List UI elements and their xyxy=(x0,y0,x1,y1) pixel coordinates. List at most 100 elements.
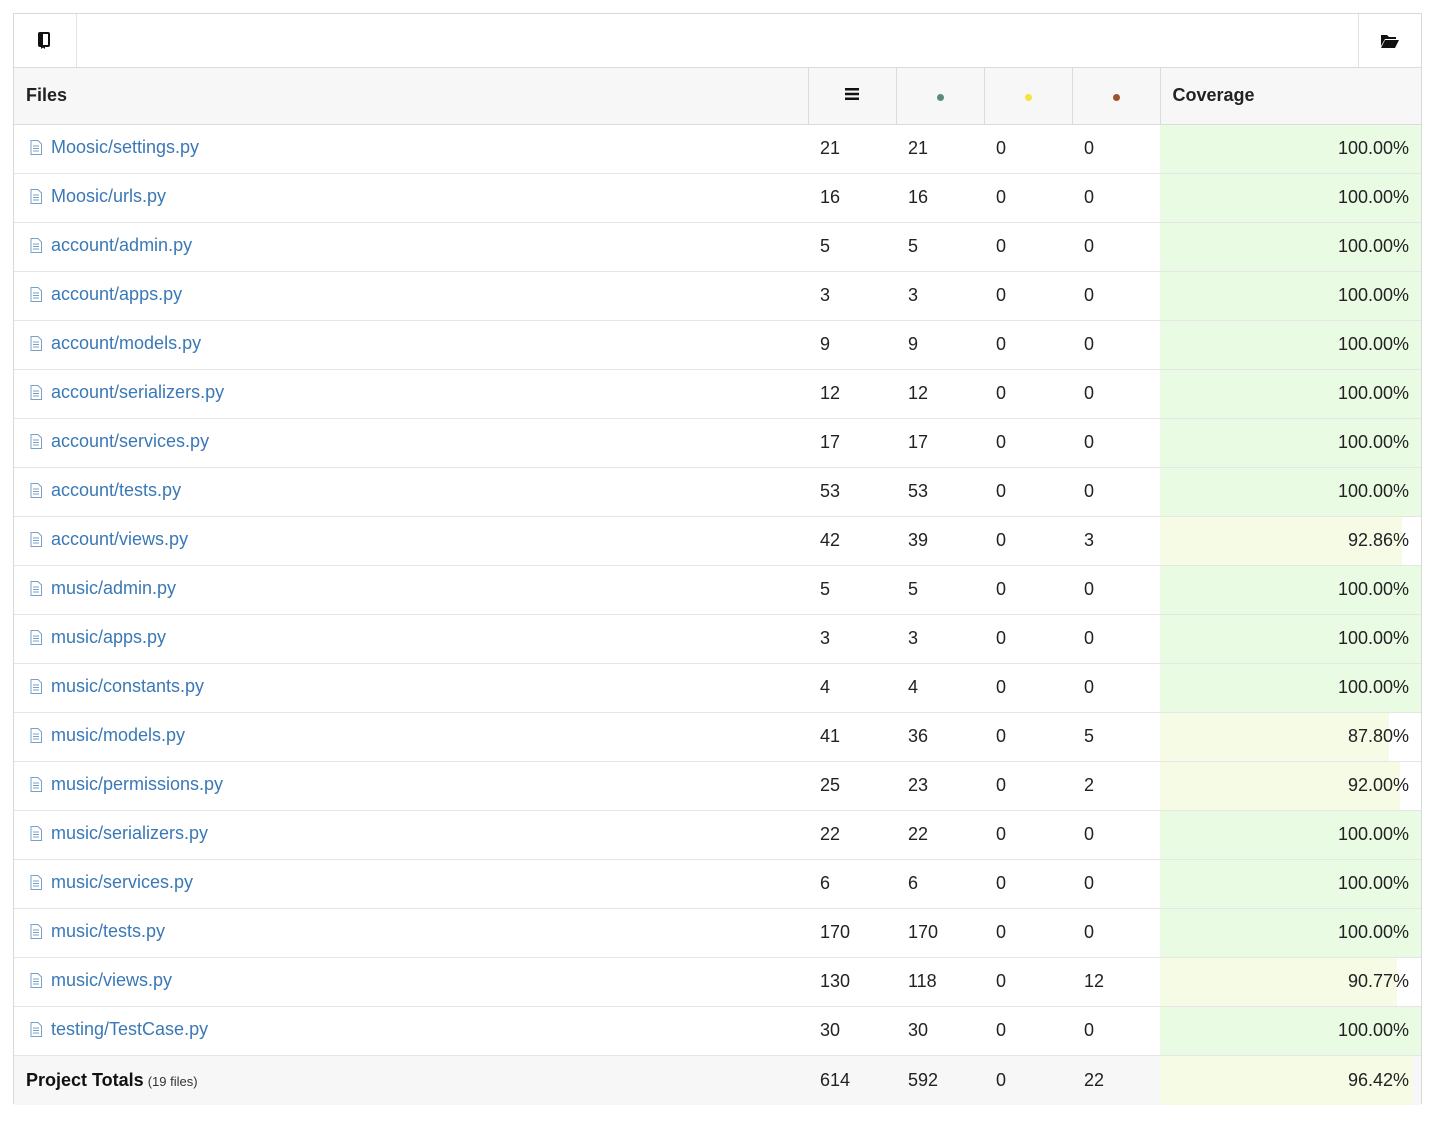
file-icon xyxy=(30,483,42,498)
file-link[interactable]: music/apps.py xyxy=(30,627,166,648)
missed-cell: 0 xyxy=(1072,614,1160,664)
missed-header[interactable] xyxy=(1071,68,1160,125)
file-link[interactable]: Moosic/urls.py xyxy=(30,186,166,207)
missed-cell: 0 xyxy=(1072,565,1160,615)
file-link[interactable]: account/views.py xyxy=(30,529,188,550)
partial-cell: 0 xyxy=(984,222,1072,272)
file-icon xyxy=(30,238,42,253)
coverage-value: 100.00% xyxy=(1337,579,1409,599)
folder-button[interactable] xyxy=(1358,14,1421,67)
missed-cell: 5 xyxy=(1072,712,1160,762)
file-name: music/serializers.py xyxy=(51,823,209,843)
coverage-value: 100.00% xyxy=(1337,628,1409,648)
file-cell: account/services.py xyxy=(14,418,808,468)
lines-cell: 22 xyxy=(808,810,896,860)
missed-cell: 2 xyxy=(1072,761,1160,811)
coverage-table: Files Coverage Moosic/settings.py 21 21 … xyxy=(14,68,1421,1105)
file-cell: music/serializers.py xyxy=(14,810,808,860)
missed-cell: 0 xyxy=(1072,173,1160,223)
file-link[interactable]: account/serializers.py xyxy=(30,382,224,403)
file-name: testing/TestCase.py xyxy=(51,1019,209,1039)
file-name: account/views.py xyxy=(51,529,189,549)
missed-dot-icon xyxy=(1112,94,1120,102)
covered-cell: 4 xyxy=(896,663,984,713)
files-header[interactable]: Files xyxy=(14,68,808,125)
coverage-cell: 92.86% xyxy=(1160,516,1421,566)
partial-cell: 0 xyxy=(984,712,1072,762)
book-icon xyxy=(38,31,50,49)
table-row: music/serializers.py 22 22 0 0 100.00% xyxy=(14,810,1421,860)
file-link[interactable]: account/models.py xyxy=(30,333,201,354)
file-link[interactable]: account/admin.py xyxy=(30,235,192,256)
coverage-cell: 100.00% xyxy=(1160,859,1421,909)
file-link[interactable]: music/admin.py xyxy=(30,578,176,599)
lines-cell: 30 xyxy=(808,1006,896,1056)
lines-cell: 25 xyxy=(808,761,896,811)
missed-cell: 0 xyxy=(1072,418,1160,468)
table-row: music/apps.py 3 3 0 0 100.00% xyxy=(14,614,1421,664)
file-link[interactable]: music/serializers.py xyxy=(30,823,208,844)
coverage-value: 100.00% xyxy=(1337,285,1409,305)
file-cell: Moosic/settings.py xyxy=(14,124,808,174)
file-cell: music/admin.py xyxy=(14,565,808,615)
covered-header[interactable] xyxy=(895,68,984,125)
file-cell: music/views.py xyxy=(14,957,808,1007)
coverage-header[interactable]: Coverage xyxy=(1159,68,1421,125)
partial-cell: 0 xyxy=(984,418,1072,468)
coverage-cell: 100.00% xyxy=(1160,614,1421,664)
covered-cell: 5 xyxy=(896,222,984,272)
partial-cell: 0 xyxy=(984,957,1072,1007)
file-name: music/constants.py xyxy=(51,676,205,696)
partial-cell: 0 xyxy=(984,320,1072,370)
file-name: account/models.py xyxy=(51,333,202,353)
table-row: music/services.py 6 6 0 0 100.00% xyxy=(14,859,1421,909)
partial-cell: 0 xyxy=(984,614,1072,664)
coverage-cell: 100.00% xyxy=(1160,663,1421,713)
covered-cell: 170 xyxy=(896,908,984,958)
coverage-cell: 90.77% xyxy=(1160,957,1421,1007)
lines-header[interactable] xyxy=(807,68,896,125)
file-icon xyxy=(30,385,42,400)
file-icon xyxy=(30,1022,42,1037)
lines-cell: 5 xyxy=(808,565,896,615)
covered-cell: 3 xyxy=(896,614,984,664)
file-link[interactable]: music/models.py xyxy=(30,725,185,746)
file-link[interactable]: account/tests.py xyxy=(30,480,181,501)
file-name: music/services.py xyxy=(51,872,194,892)
file-icon xyxy=(30,728,42,743)
coverage-cell: 100.00% xyxy=(1160,418,1421,468)
file-link[interactable]: music/permissions.py xyxy=(30,774,223,795)
file-name: Moosic/settings.py xyxy=(51,137,200,157)
file-cell: account/apps.py xyxy=(14,271,808,321)
coverage-value: 100.00% xyxy=(1337,873,1409,893)
file-link[interactable]: music/views.py xyxy=(30,970,172,991)
coverage-value: 100.00% xyxy=(1337,677,1409,697)
file-link[interactable]: account/services.py xyxy=(30,431,209,452)
partial-header[interactable] xyxy=(983,68,1072,125)
covered-cell: 17 xyxy=(896,418,984,468)
file-icon xyxy=(30,189,42,204)
file-link[interactable]: music/services.py xyxy=(30,872,193,893)
table-row: music/models.py 41 36 0 5 87.80% xyxy=(14,712,1421,762)
lines-cell: 6 xyxy=(808,859,896,909)
file-name: music/admin.py xyxy=(51,578,177,598)
file-link[interactable]: Moosic/settings.py xyxy=(30,137,199,158)
file-cell: Moosic/urls.py xyxy=(14,173,808,223)
rows-body: Moosic/settings.py 21 21 0 0 100.00% Moosic/ur… xyxy=(14,124,1421,1056)
book-button[interactable] xyxy=(14,14,77,67)
covered-cell: 36 xyxy=(896,712,984,762)
file-link[interactable]: account/apps.py xyxy=(30,284,182,305)
lines-cell: 21 xyxy=(808,124,896,174)
coverage-value: 100.00% xyxy=(1337,824,1409,844)
partial-dot-icon xyxy=(1024,94,1032,102)
file-link[interactable]: music/constants.py xyxy=(30,676,204,697)
coverage-cell: 100.00% xyxy=(1160,1006,1421,1056)
file-link[interactable]: testing/TestCase.py xyxy=(30,1019,208,1040)
file-link[interactable]: music/tests.py xyxy=(30,921,165,942)
coverage-value: 90.77% xyxy=(1347,971,1409,991)
file-name: music/tests.py xyxy=(51,921,166,941)
file-icon xyxy=(30,336,42,351)
covered-dot-icon xyxy=(936,94,944,102)
coverage-cell: 100.00% xyxy=(1160,908,1421,958)
lines-cell: 170 xyxy=(808,908,896,958)
